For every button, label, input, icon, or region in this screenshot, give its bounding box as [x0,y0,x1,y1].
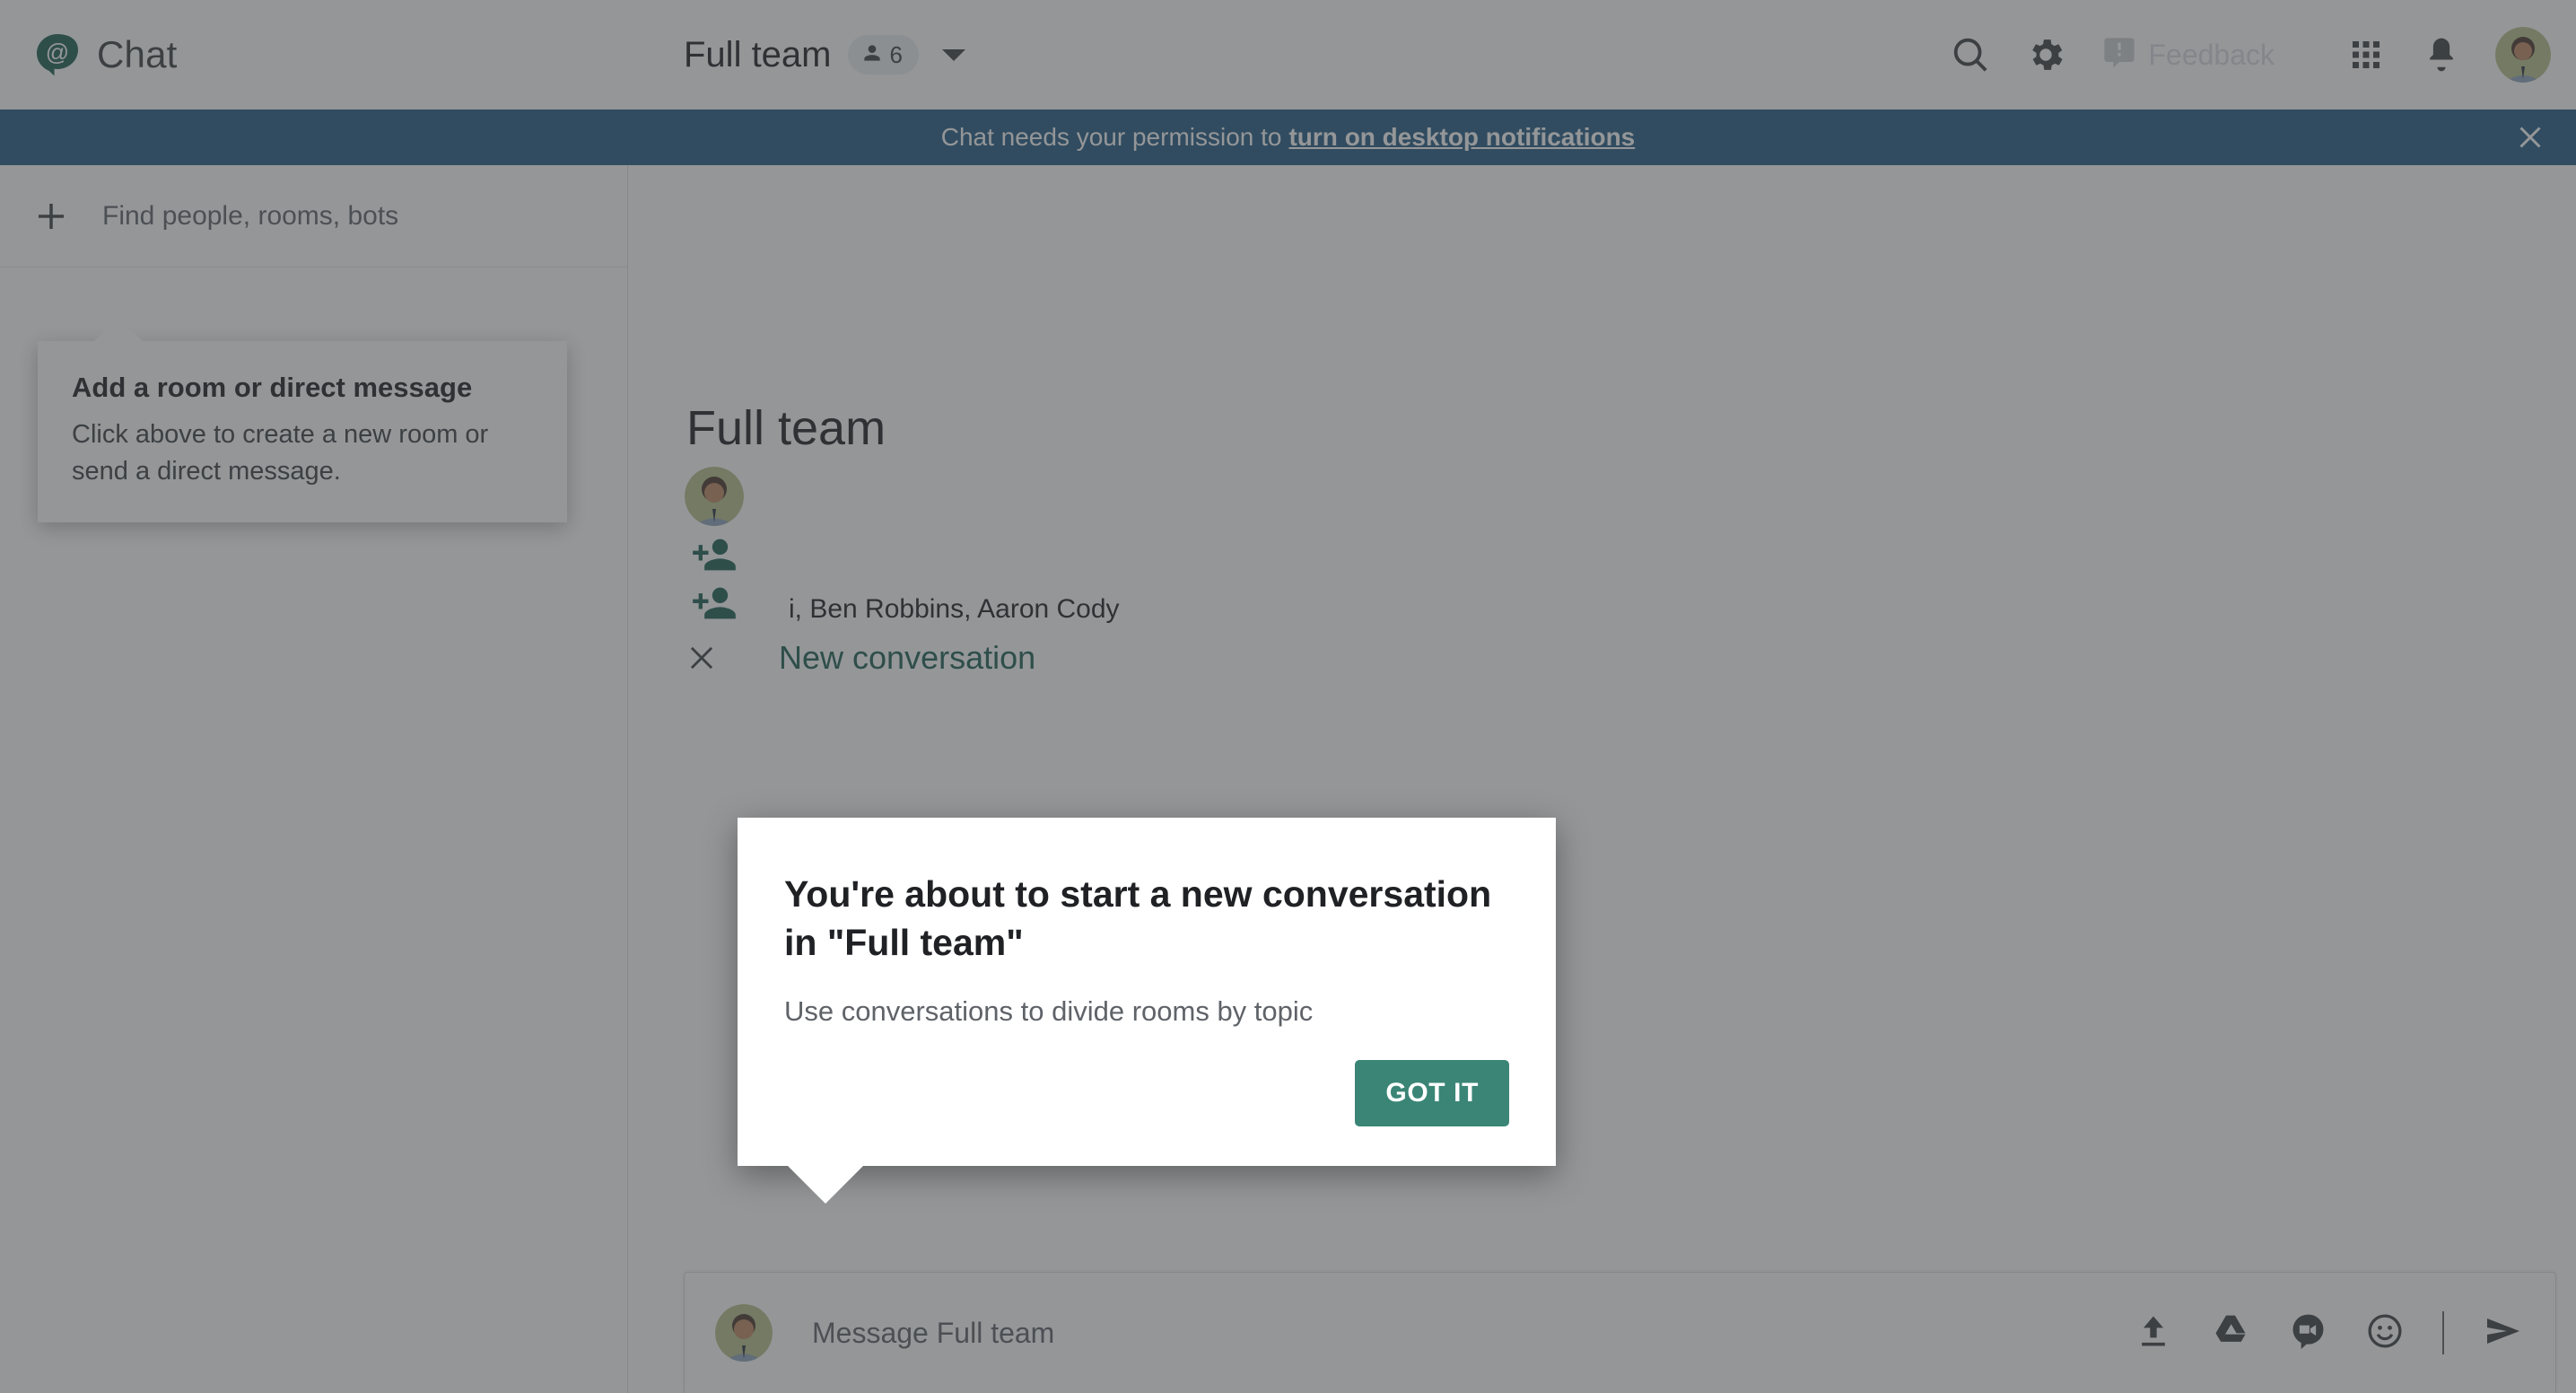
got-it-button[interactable]: GOT IT [1355,1060,1509,1127]
dialog-actions: GOT IT [784,1060,1509,1127]
modal-scrim-overlay[interactable] [0,0,2576,1393]
dialog-subtitle: Use conversations to divide rooms by top… [784,995,1314,1028]
dialog-pointer-arrow [788,1166,863,1205]
dialog-title: You're about to start a new conversation… [784,873,1492,964]
new-conversation-dialog: You're about to start a new conversation… [738,818,1556,1205]
chat-app-window: @ Chat Full team 6 [0,0,2576,1393]
